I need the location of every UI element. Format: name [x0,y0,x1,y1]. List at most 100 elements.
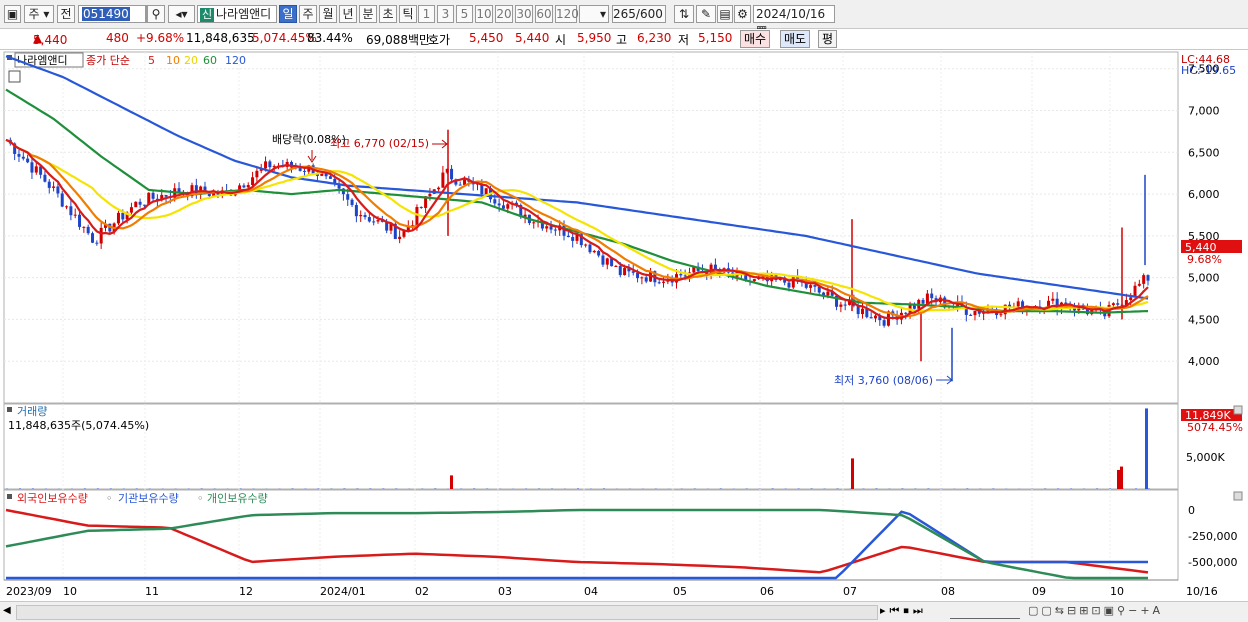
candle-body [351,200,354,205]
scroll-left-icon[interactable]: ◀ [3,605,15,618]
candle-body [22,157,25,159]
period-btn-month[interactable]: 월 [319,5,337,23]
buy-button[interactable]: 매수 [740,30,770,48]
candle-body [359,215,362,216]
holders-axis-500k: -500,000 [1188,556,1237,569]
window-icon[interactable]: ▣ [4,5,21,23]
x-label-09: 09 [1032,585,1046,598]
volume-bar [720,488,722,489]
period-btn-tick[interactable]: 틱 [399,5,417,23]
candle-body [662,282,665,283]
candle-body [87,227,90,233]
x-label-2024-01: 2024/01 [320,585,366,598]
holders-panel-close-icon[interactable] [1234,492,1242,500]
stock-code-input[interactable]: 051490 [78,5,146,23]
eval-button[interactable]: 평 [818,30,837,48]
legend-institution: 기관보유수량 [118,492,179,505]
candle-body [459,185,462,186]
low-annotation: 최저 3,760 (08/06) [834,374,933,387]
view-tool-icons[interactable]: ▢▢⇆⊟⊞⊡▣⚲−+A [1028,604,1163,617]
candle-body [606,258,609,264]
candle-body [684,275,687,276]
table-icon[interactable] [9,71,20,82]
volume-bar [473,488,475,489]
playback-controls[interactable]: ▸⏮⏹⏭ [880,604,927,618]
interval-btn-10[interactable]: 10 [475,5,493,23]
candle-body [506,204,509,208]
period-btn-year[interactable]: 년 [339,5,357,23]
volume-bar [746,488,748,489]
period-btn-week[interactable]: 주 [299,5,317,23]
volume-panel-close-icon[interactable] [1234,406,1242,414]
interval-btn-30[interactable]: 30 [515,5,533,23]
save-icon[interactable]: ▤ [717,5,733,23]
search-icon[interactable]: ⚲ [147,5,165,23]
volume-bar [214,488,216,489]
period-dropdown[interactable]: 주 ▾ [24,5,54,23]
interval-btn-5[interactable]: 5 [456,5,473,23]
ma-legend-60: 60 [203,54,217,67]
volume-bar [97,488,99,489]
svg-text:◦: ◦ [197,492,204,505]
ma-legend-120: 120 [225,54,246,67]
price-tick: 7,500 [1188,63,1220,76]
volume-bar [837,488,839,489]
candle-body [437,188,440,190]
date-value: 2024/10/16 [756,7,825,21]
count-field[interactable]: 265/600 [612,5,666,23]
candle-body [61,193,64,206]
candle-body [930,294,933,299]
candle-body [1129,297,1132,300]
candle-body [264,161,267,168]
volume-bar [136,488,138,489]
candle-body [826,292,829,296]
zoom-slider[interactable] [950,604,1020,619]
candle-body [329,176,332,179]
candle-body [303,171,306,172]
volume-value-text: 11,848,635주(5,074.45%) [8,419,149,432]
ask-price: 5,450 [469,31,503,45]
mode-button[interactable]: 전 [57,5,75,23]
date-field[interactable]: 2024/10/16 ▦ [753,5,835,23]
volume-bar [603,488,605,489]
interval-dropdown[interactable]: ▾ [579,5,609,23]
stock-name-field[interactable]: 신나라엠앤디 [197,5,277,23]
price-tick: 4,000 [1188,355,1220,368]
volume-bar [1057,488,1059,489]
interval-btn-20[interactable]: 20 [495,5,513,23]
interval-btn-3[interactable]: 3 [437,5,454,23]
interval-btn-120[interactable]: 120 [555,5,577,23]
volume-bar [901,488,903,489]
candle-body [100,228,103,244]
volume-bar [330,488,332,489]
x-label-02: 02 [415,585,429,598]
ma-legend-5: 5 [148,54,155,67]
candle-body [904,313,907,314]
period-btn-day[interactable]: 일 [279,5,297,23]
volume-value: 11,848,635 [186,31,255,45]
candle-body [372,221,375,222]
candle-body [502,205,505,208]
draw-icon[interactable]: ✎ [696,5,716,23]
holders-axis-250k: -250,000 [1188,530,1237,543]
sound-icon[interactable]: ◂▾ [168,5,195,23]
gear-icon[interactable]: ⚙ [734,5,751,23]
current-pct-label: 9.68% [1187,253,1222,266]
candle-body [619,266,622,275]
interval-btn-1[interactable]: 1 [418,5,435,23]
period-btn-minute[interactable]: 분 [359,5,377,23]
period-dropdown-label: 주 [29,7,40,21]
candle-body [1112,303,1115,305]
price-tick: 6,000 [1188,188,1220,201]
sell-button[interactable]: 매도 [780,30,810,48]
interval-btn-60[interactable]: 60 [535,5,553,23]
horizontal-scrollbar[interactable] [16,605,878,620]
compare-icon[interactable]: ⇅ [674,5,694,23]
candle-body [571,237,574,241]
volume-bar [32,488,34,489]
candle-body [268,161,271,167]
candle-body [152,193,155,199]
stock-chart[interactable]: 나라엠앤디 종가 단순 5 10 20 60 120 LC:44.68 HC:-… [0,50,1248,601]
period-btn-second[interactable]: 초 [379,5,397,23]
high-label: 고 [616,31,627,48]
